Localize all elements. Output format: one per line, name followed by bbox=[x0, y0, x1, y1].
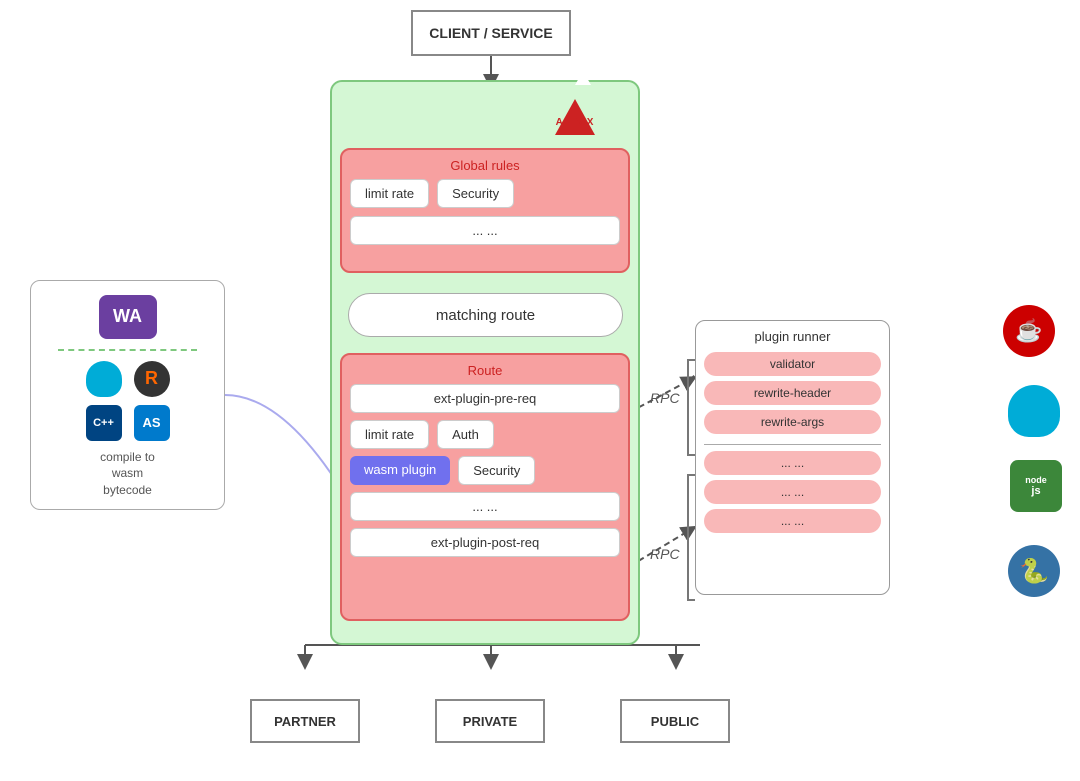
cpp-icon: C++ bbox=[86, 405, 122, 441]
wa-icons-row-1: R bbox=[86, 361, 170, 397]
node-icon: node js bbox=[1010, 460, 1062, 512]
apisix-triangle-inner-icon bbox=[575, 71, 591, 85]
global-rules-item-limit-rate: limit rate bbox=[350, 179, 429, 208]
plugin-runner-rewrite-args: rewrite-args bbox=[704, 410, 881, 434]
wasm-box: WA R C++ AS compile towasmbytecode bbox=[30, 280, 225, 510]
global-rules-items: limit rate Security ... ... bbox=[350, 179, 620, 245]
plugin-runner-rewrite-header: rewrite-header bbox=[704, 381, 881, 405]
route-row-wasm-security: wasm plugin Security bbox=[350, 456, 620, 485]
route-security-pill: Security bbox=[458, 456, 535, 485]
as-icon: AS bbox=[134, 405, 170, 441]
private-box: PRIVATE bbox=[435, 699, 545, 743]
go-gopher-icon bbox=[86, 361, 122, 397]
global-rules-item-more: ... ... bbox=[350, 216, 620, 245]
plugin-runner-label: plugin runner bbox=[704, 329, 881, 344]
route-wasm-plugin-pill: wasm plugin bbox=[350, 456, 450, 485]
private-label: PRIVATE bbox=[463, 714, 517, 729]
route-row-pre-req: ext-plugin-pre-req bbox=[350, 384, 620, 413]
plugin-runner-more-1: ... ... bbox=[704, 451, 881, 475]
plugin-runner-more-2: ... ... bbox=[704, 480, 881, 504]
plugin-runner-divider bbox=[704, 444, 881, 445]
route-limit-rate-pill: limit rate bbox=[350, 420, 429, 449]
route-row-post-req: ext-plugin-post-req bbox=[350, 528, 620, 557]
plugin-runner-section-top: validator rewrite-header rewrite-args bbox=[704, 352, 881, 434]
plugin-runner-more-3: ... ... bbox=[704, 509, 881, 533]
public-box: PUBLIC bbox=[620, 699, 730, 743]
plugin-runner-section-bottom: ... ... ... ... ... ... bbox=[704, 451, 881, 533]
route-inner: ext-plugin-pre-req limit rate Auth wasm … bbox=[350, 384, 620, 557]
route-more-pill: ... ... bbox=[350, 492, 620, 521]
matching-route-box: matching route bbox=[348, 293, 623, 337]
compile-text: compile towasmbytecode bbox=[100, 449, 155, 499]
java-icon: ☕ bbox=[1003, 305, 1055, 357]
route-row-limit-auth: limit rate Auth bbox=[350, 420, 620, 449]
wa-dashed-line bbox=[58, 349, 196, 351]
rpc-label-1: RPC bbox=[650, 390, 680, 406]
python-icon: 🐍 bbox=[1008, 545, 1060, 597]
diagram: CLIENT / SERVICE APISIX Global rules lim… bbox=[0, 0, 1080, 781]
route-row-more: ... ... bbox=[350, 492, 620, 521]
plugin-runner-validator: validator bbox=[704, 352, 881, 376]
client-service-box: CLIENT / SERVICE bbox=[411, 10, 571, 56]
wa-icons-row-2: C++ AS bbox=[86, 405, 170, 441]
global-rules-item-security: Security bbox=[437, 179, 514, 208]
global-rules-label: Global rules bbox=[350, 158, 620, 173]
rust-icon: R bbox=[134, 361, 170, 397]
route-label: Route bbox=[350, 363, 620, 378]
route-ext-post-req-pill: ext-plugin-post-req bbox=[350, 528, 620, 557]
global-rules-box: Global rules limit rate Security ... ... bbox=[340, 148, 630, 273]
go-icon-right bbox=[1008, 385, 1060, 437]
wa-badge: WA bbox=[99, 295, 157, 339]
rpc-label-2: RPC bbox=[650, 546, 680, 562]
partner-box: PARTNER bbox=[250, 699, 360, 743]
matching-route-label: matching route bbox=[436, 307, 535, 324]
apisix-logo: APISIX bbox=[530, 88, 620, 138]
client-service-label: CLIENT / SERVICE bbox=[429, 25, 552, 41]
route-box: Route ext-plugin-pre-req limit rate Auth… bbox=[340, 353, 630, 621]
partner-label: PARTNER bbox=[274, 714, 336, 729]
route-auth-pill: Auth bbox=[437, 420, 494, 449]
apisix-text-label: APISIX bbox=[556, 117, 595, 128]
route-ext-pre-req-pill: ext-plugin-pre-req bbox=[350, 384, 620, 413]
public-label: PUBLIC bbox=[651, 714, 699, 729]
plugin-runner-box: plugin runner validator rewrite-header r… bbox=[695, 320, 890, 595]
